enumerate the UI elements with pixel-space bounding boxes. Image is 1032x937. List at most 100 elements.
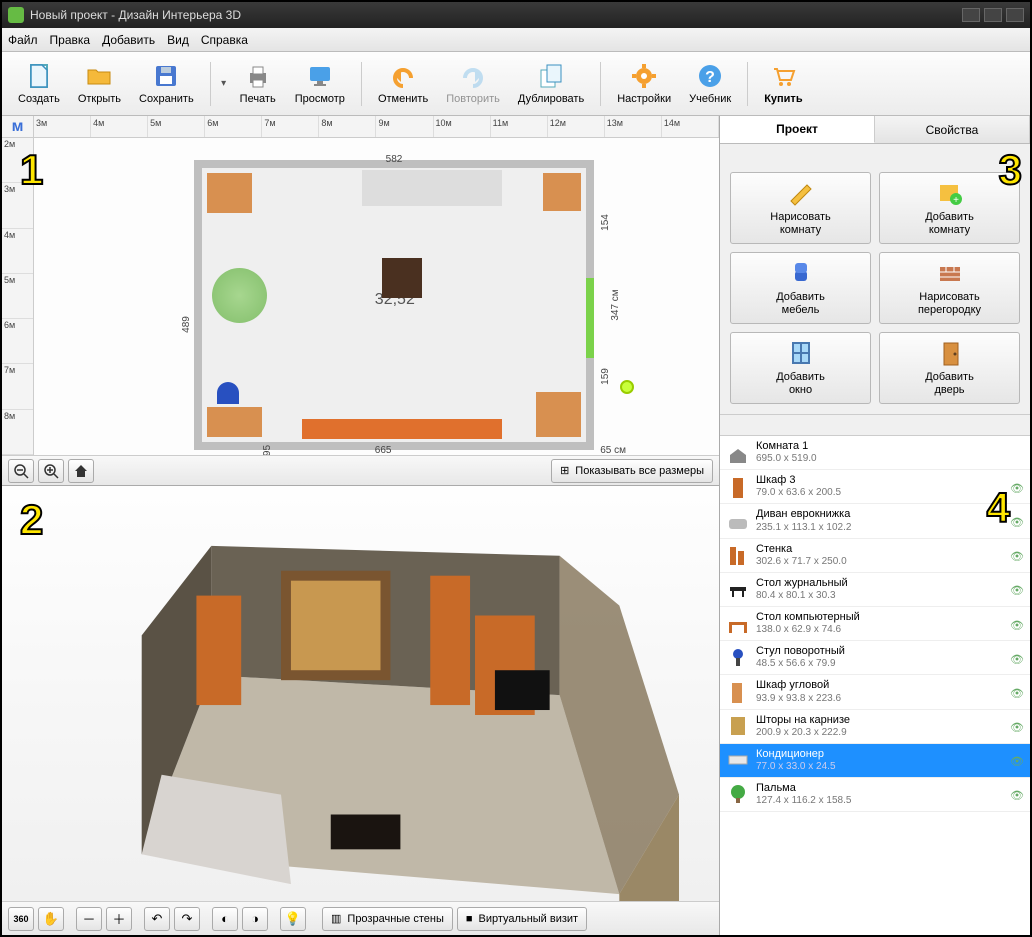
ruler-tick: 12м <box>548 116 605 137</box>
list-item[interactable]: Комната 1695.0 x 519.0 <box>720 436 1030 470</box>
maximize-button[interactable] <box>984 8 1002 22</box>
ruler-corner: м <box>12 118 24 136</box>
tilt-down-button[interactable]: ◑ <box>242 907 268 931</box>
wall-icon <box>936 259 964 287</box>
transparent-walls-toggle[interactable]: ▥ Прозрачные стены <box>322 907 453 931</box>
object-name: Комната 1 <box>756 440 1024 453</box>
toolbar-redo-button[interactable]: Повторить <box>438 58 508 109</box>
visibility-icon[interactable]: 👁 <box>1010 584 1024 594</box>
furniture-item[interactable] <box>536 392 581 437</box>
toolbar-label: Повторить <box>446 93 500 105</box>
visibility-icon[interactable]: 👁 <box>1010 653 1024 663</box>
3d-canvas[interactable] <box>2 486 719 901</box>
dim-label: 582 <box>386 154 403 165</box>
object-dimensions: 138.0 x 62.9 x 74.6 <box>756 624 1010 636</box>
list-item[interactable]: Шкаф 379.0 x 63.6 x 200.5👁 <box>720 470 1030 504</box>
object-name: Кондиционер <box>756 748 1010 761</box>
table-icon <box>726 577 750 601</box>
toolbar-monitor-button[interactable]: Просмотр <box>287 58 353 109</box>
toolbar-save-button[interactable]: Сохранить <box>131 58 202 109</box>
visibility-icon[interactable]: 👁 <box>1010 789 1024 799</box>
menu-help[interactable]: Справка <box>201 33 248 47</box>
object-dimensions: 80.4 x 80.1 x 30.3 <box>756 590 1010 602</box>
furniture-item[interactable] <box>543 173 581 211</box>
list-item[interactable]: Шторы на карнизе200.9 x 20.3 x 222.9👁 <box>720 710 1030 744</box>
menu-edit[interactable]: Правка <box>50 33 91 47</box>
visibility-icon[interactable]: 👁 <box>1010 550 1024 560</box>
close-button[interactable] <box>1006 8 1024 22</box>
list-item[interactable]: Стол компьютерный138.0 x 62.9 x 74.6👁 <box>720 607 1030 641</box>
toolbar-dropdown[interactable]: ▾ <box>219 78 229 89</box>
svg-text:?: ? <box>705 69 715 86</box>
visibility-icon[interactable]: 👁 <box>1010 482 1024 492</box>
tab-properties[interactable]: Свойства <box>875 116 1030 143</box>
toolbar-cart-button[interactable]: Купить <box>756 58 810 109</box>
object-dimensions: 127.4 x 116.2 x 158.5 <box>756 795 1010 807</box>
furniture-item[interactable] <box>207 407 262 437</box>
list-item[interactable]: Шкаф угловой93.9 x 93.8 x 223.6👁 <box>720 675 1030 709</box>
visibility-icon[interactable]: 👁 <box>1010 687 1024 697</box>
furniture-item[interactable] <box>302 419 502 439</box>
minimize-button[interactable] <box>962 8 980 22</box>
furniture-item[interactable] <box>217 382 239 404</box>
zoom-out-button[interactable] <box>8 459 34 483</box>
furniture-item[interactable] <box>382 258 422 298</box>
list-item[interactable]: Стенка302.6 x 71.7 x 250.0👁 <box>720 539 1030 573</box>
action-chair-button[interactable]: Добавитьмебель <box>730 252 871 324</box>
zoom-in-3d-button[interactable]: ＋ <box>106 907 132 931</box>
action-window-button[interactable]: Добавитьокно <box>730 332 871 404</box>
zoom-out-3d-button[interactable]: － <box>76 907 102 931</box>
tilt-up-button[interactable]: ◐ <box>212 907 238 931</box>
list-item[interactable]: Диван еврокнижка235.1 x 113.1 x 102.2👁 <box>720 504 1030 538</box>
toolbar-label: Печать <box>240 93 276 105</box>
visibility-icon[interactable]: 👁 <box>1010 755 1024 765</box>
ruler-tick: 7м <box>2 364 33 409</box>
object-list[interactable]: Комната 1695.0 x 519.0Шкаф 379.0 x 63.6 … <box>720 435 1030 935</box>
visibility-icon[interactable]: 👁 <box>1010 516 1024 526</box>
toolbar-undo-button[interactable]: Отменить <box>370 58 436 109</box>
furniture-item[interactable] <box>212 268 267 323</box>
action-door-button[interactable]: Добавитьдверь <box>879 332 1020 404</box>
selection-handle[interactable] <box>620 380 634 394</box>
toolbar-dup-button[interactable]: Дублировать <box>510 58 592 109</box>
action-draw-button[interactable]: Нарисоватькомнату <box>730 172 871 244</box>
action-addroom-button[interactable]: +Добавитькомнату <box>879 172 1020 244</box>
menu-view[interactable]: Вид <box>167 33 189 47</box>
tab-project[interactable]: Проект <box>720 116 875 143</box>
dim-label: 159 <box>600 368 611 385</box>
action-wall-button[interactable]: Нарисоватьперегородку <box>879 252 1020 324</box>
furniture-item[interactable] <box>207 173 252 213</box>
horizontal-ruler: 3м4м5м6м7м8м9м10м11м12м13м14м <box>34 116 719 138</box>
rotate-left-button[interactable]: ↶ <box>144 907 170 931</box>
toolbar-doc-button[interactable]: Создать <box>10 58 68 109</box>
sofa-icon <box>726 509 750 533</box>
toolbar-help-button[interactable]: ?Учебник <box>681 58 739 109</box>
light-button[interactable]: 💡 <box>280 907 306 931</box>
furniture-item[interactable] <box>362 170 502 206</box>
rotate-right-button[interactable]: ↷ <box>174 907 200 931</box>
virtual-visit-button[interactable]: ■ Виртуальный визит <box>457 907 587 931</box>
visibility-icon[interactable]: 👁 <box>1010 721 1024 731</box>
toolbar-print-button[interactable]: Печать <box>231 58 285 109</box>
list-item[interactable]: Кондиционер77.0 x 33.0 x 24.5👁 <box>720 744 1030 778</box>
room-outline[interactable]: 582 347 см 154 159 65 см 489 665 95 32,5… <box>194 160 594 450</box>
visibility-icon[interactable]: 👁 <box>1010 619 1024 629</box>
plan-canvas[interactable]: 582 347 см 154 159 65 см 489 665 95 32,5… <box>34 138 719 455</box>
window-title: Новый проект - Дизайн Интерьера 3D <box>30 8 241 22</box>
toolbar-gear-button[interactable]: Настройки <box>609 58 679 109</box>
toolbar-folder-button[interactable]: Открыть <box>70 58 129 109</box>
ruler-tick: 4м <box>91 116 148 137</box>
show-dimensions-toggle[interactable]: ⊞ Показывать все размеры <box>551 459 713 483</box>
menu-file[interactable]: Файл <box>8 33 38 47</box>
list-item[interactable]: Пальма127.4 x 116.2 x 158.5👁 <box>720 778 1030 812</box>
pan-button[interactable]: ✋ <box>38 907 64 931</box>
rotate-360-button[interactable]: 360 <box>8 907 34 931</box>
zoom-in-button[interactable] <box>38 459 64 483</box>
3d-toolbar: 360 ✋ － ＋ ↶ ↷ ◐ ◑ 💡 ▥ Прозрач <box>2 901 719 935</box>
menu-add[interactable]: Добавить <box>102 33 155 47</box>
object-name: Диван еврокнижка <box>756 508 1010 521</box>
list-item[interactable]: Стол журнальный80.4 x 80.1 x 30.3👁 <box>720 573 1030 607</box>
list-item[interactable]: Стул поворотный48.5 x 56.6 x 79.9👁 <box>720 641 1030 675</box>
window-marker[interactable] <box>586 278 594 358</box>
home-button[interactable] <box>68 459 94 483</box>
